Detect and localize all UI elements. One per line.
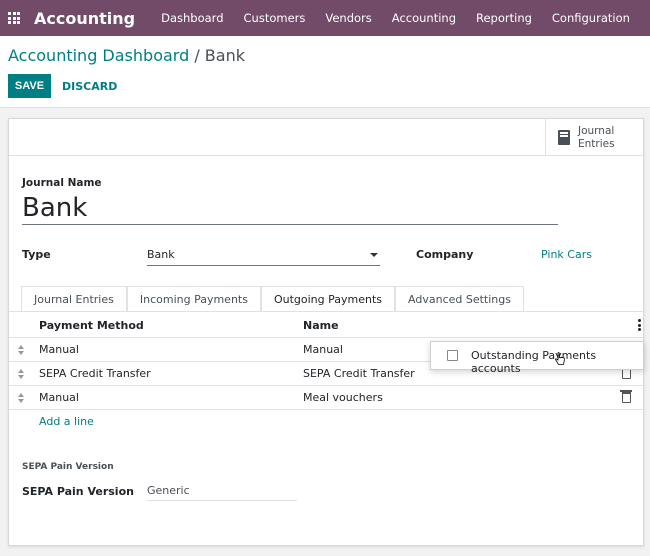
breadcrumb: Accounting Dashboard / Bank bbox=[8, 46, 245, 65]
sepa-pain-version-select[interactable]: Generic bbox=[147, 483, 297, 501]
form-sheet: Journal Entries Journal Name Bank Type B… bbox=[8, 118, 645, 546]
row-payment-method: SEPA Credit Transfer bbox=[39, 367, 151, 380]
control-panel: Accounting Dashboard / Bank SAVE DISCARD bbox=[0, 36, 650, 108]
save-button[interactable]: SAVE bbox=[8, 74, 51, 98]
notebook-tabs: Journal Entries Incoming Payments Outgoi… bbox=[21, 286, 524, 311]
column-payment-method[interactable]: Payment Method bbox=[39, 319, 144, 332]
menu-dashboard[interactable]: Dashboard bbox=[161, 11, 223, 25]
tab-journal-entries[interactable]: Journal Entries bbox=[21, 286, 127, 311]
tab-outgoing-payments[interactable]: Outgoing Payments bbox=[260, 286, 396, 311]
column-name[interactable]: Name bbox=[303, 319, 339, 332]
menu-vendors[interactable]: Vendors bbox=[325, 11, 371, 25]
hand-cursor-icon bbox=[555, 352, 565, 365]
breadcrumb-parent[interactable]: Accounting Dashboard bbox=[8, 46, 189, 65]
trash-icon[interactable] bbox=[620, 390, 632, 403]
tabs-divider bbox=[9, 311, 645, 312]
smart-button-line1: Journal bbox=[578, 124, 615, 137]
row-payment-method: Manual bbox=[39, 391, 79, 404]
menu-reporting[interactable]: Reporting bbox=[476, 11, 532, 25]
row-name: SEPA Credit Transfer bbox=[303, 367, 415, 380]
drag-handle-icon[interactable] bbox=[18, 345, 25, 355]
book-icon bbox=[558, 130, 570, 145]
caret-down-icon bbox=[370, 253, 378, 257]
row-name: Manual bbox=[303, 343, 343, 356]
tab-advanced-settings[interactable]: Advanced Settings bbox=[395, 286, 524, 311]
drag-handle-icon[interactable] bbox=[18, 393, 25, 403]
breadcrumb-separator: / bbox=[189, 46, 205, 65]
row-payment-method: Manual bbox=[39, 343, 79, 356]
sepa-pain-version-label: SEPA Pain Version bbox=[22, 485, 134, 498]
apps-menu-icon[interactable] bbox=[8, 12, 20, 24]
type-value: Bank bbox=[147, 248, 175, 261]
type-select[interactable]: Bank bbox=[147, 246, 380, 266]
journal-name-label: Journal Name bbox=[22, 177, 102, 189]
menu-customers[interactable]: Customers bbox=[244, 11, 306, 25]
optional-columns-dropdown: Outstanding Payments accounts bbox=[430, 341, 644, 375]
optional-columns-icon[interactable] bbox=[638, 319, 641, 333]
journal-name-input[interactable]: Bank bbox=[22, 191, 558, 225]
journal-entries-smart-button[interactable]: Journal Entries bbox=[545, 119, 645, 156]
table-row[interactable]: Manual Meal vouchers bbox=[9, 386, 645, 410]
menu-accounting[interactable]: Accounting bbox=[392, 11, 456, 25]
smart-button-line2: Entries bbox=[578, 137, 615, 150]
company-label: Company bbox=[416, 248, 474, 261]
tab-incoming-payments[interactable]: Incoming Payments bbox=[126, 286, 261, 311]
app-title[interactable]: Accounting bbox=[34, 9, 135, 28]
smart-button-label: Journal Entries bbox=[578, 125, 615, 151]
row-name: Meal vouchers bbox=[303, 391, 383, 404]
breadcrumb-current: Bank bbox=[204, 46, 245, 65]
drag-handle-icon[interactable] bbox=[18, 369, 25, 379]
add-line-link[interactable]: Add a line bbox=[39, 415, 94, 428]
discard-button[interactable]: DISCARD bbox=[62, 74, 117, 98]
table-header: Payment Method Name bbox=[9, 313, 645, 338]
company-link[interactable]: Pink Cars bbox=[541, 248, 592, 261]
menu-configuration[interactable]: Configuration bbox=[552, 11, 630, 25]
type-label: Type bbox=[22, 248, 51, 261]
outstanding-payments-checkbox[interactable] bbox=[447, 350, 458, 361]
sepa-section-title: SEPA Pain Version bbox=[22, 462, 114, 472]
button-box: Journal Entries bbox=[9, 119, 645, 156]
top-navbar: Accounting Dashboard Customers Vendors A… bbox=[0, 0, 650, 36]
